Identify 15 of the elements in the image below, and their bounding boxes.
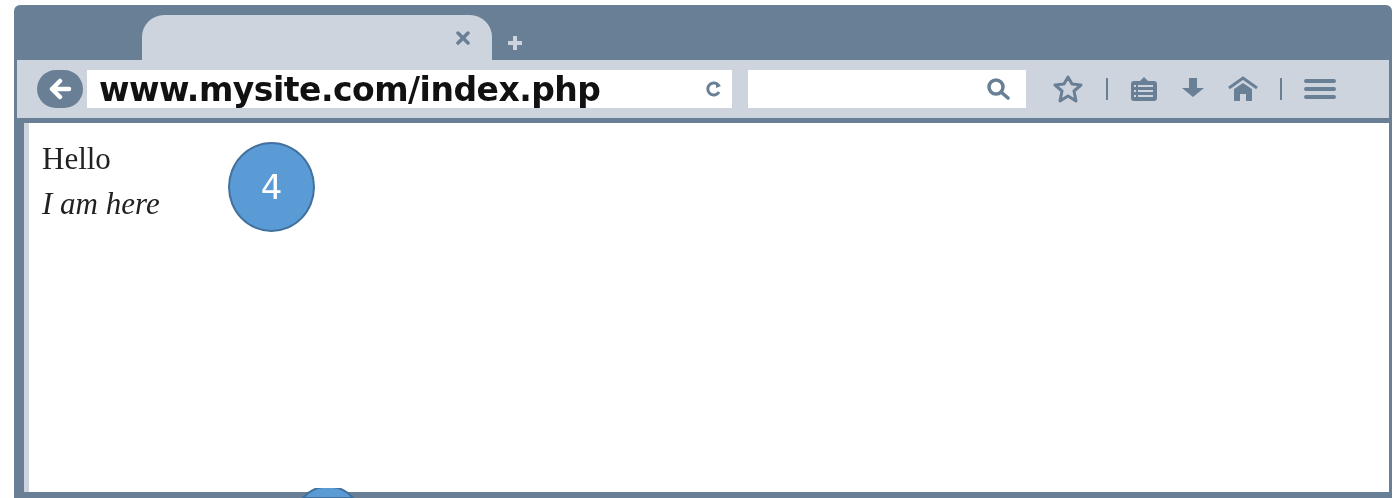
back-button[interactable] [37,70,83,108]
page-text: I am here [42,184,160,223]
url-text: www.mysite.com/index.php [99,72,601,106]
browser-tab[interactable] [142,15,492,60]
star-icon[interactable] [1052,75,1084,103]
search-icon [986,78,1012,100]
page-text: Hello [42,140,111,178]
close-icon[interactable] [456,30,470,45]
back-arrow-icon [48,78,72,100]
home-icon[interactable] [1228,76,1258,102]
menu-icon[interactable] [1304,78,1336,100]
search-field[interactable] [748,70,1026,108]
clipboard-icon[interactable] [1130,76,1158,102]
new-tab-icon[interactable] [506,34,524,52]
address-bar[interactable]: www.mysite.com/index.php [87,70,732,108]
